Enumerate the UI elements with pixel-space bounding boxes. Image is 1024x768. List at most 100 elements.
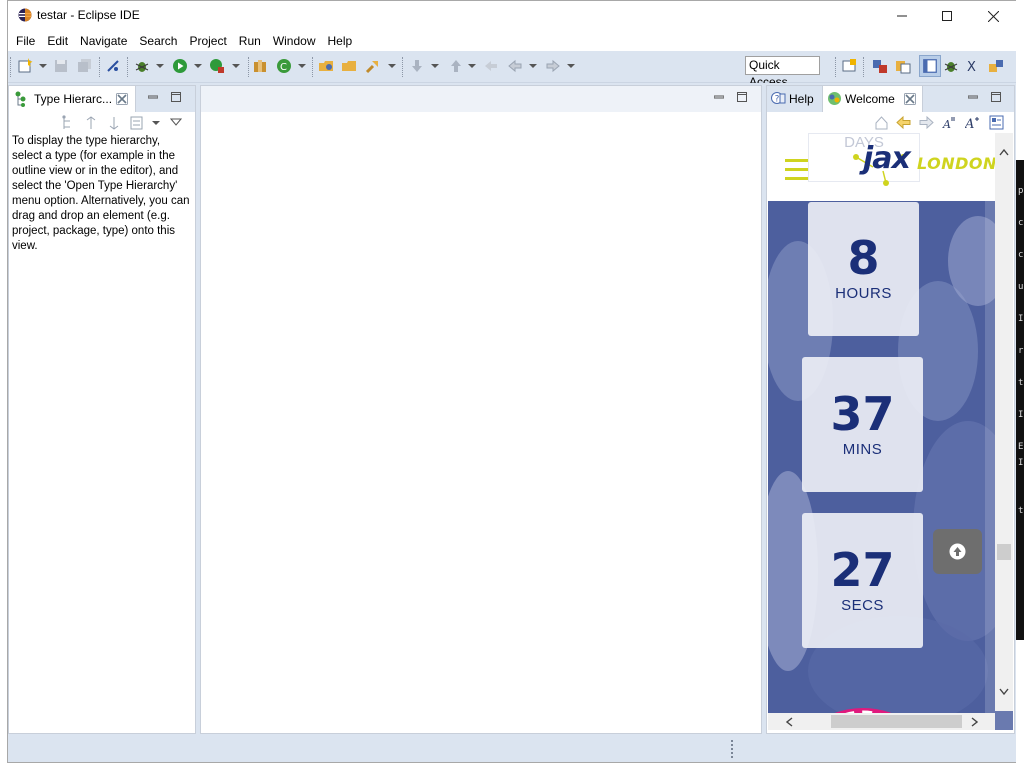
jax-london-logo[interactable]: jax LONDON <box>853 141 1013 187</box>
scroll-right-arrow-icon[interactable] <box>971 717 978 727</box>
git-perspective-icon[interactable] <box>988 58 1004 74</box>
scroll-down-arrow-icon[interactable] <box>999 688 1009 695</box>
svg-text:X: X <box>967 60 976 74</box>
tab-type-hierarchy[interactable]: Type Hierarc... <box>9 86 136 112</box>
search-icon[interactable] <box>365 58 381 74</box>
forward-icon[interactable] <box>545 58 561 74</box>
external-tools-dropdown-icon[interactable] <box>232 64 240 68</box>
menu-edit[interactable]: Edit <box>41 31 74 51</box>
background-terminal-char: t <box>1018 378 1024 388</box>
debug-perspective-icon[interactable] <box>943 58 959 74</box>
horizontal-scrollbar[interactable] <box>768 713 995 730</box>
next-annotation-dropdown-icon[interactable] <box>431 64 439 68</box>
countdown-hours-value: 8 <box>847 231 880 285</box>
menu-help[interactable]: Help <box>322 31 359 51</box>
show-in-table-of-contents-icon[interactable] <box>989 115 1004 130</box>
scroll-up-arrow-icon[interactable] <box>999 149 1009 156</box>
search-dropdown-icon[interactable] <box>388 64 396 68</box>
open-type-icon[interactable] <box>318 58 334 74</box>
forward-dropdown-icon[interactable] <box>567 64 575 68</box>
layout-dropdown-icon[interactable] <box>152 121 160 125</box>
new-class-dropdown-icon[interactable] <box>298 64 306 68</box>
home-icon[interactable] <box>874 115 889 130</box>
java-ee-perspective-icon[interactable] <box>872 58 888 74</box>
save-all-icon[interactable] <box>77 58 93 74</box>
background-terminal-char: I <box>1018 314 1024 324</box>
java-perspective-icon[interactable] <box>919 55 941 77</box>
scroll-to-top-button[interactable] <box>933 529 982 574</box>
new-java-package-icon[interactable] <box>252 58 268 74</box>
scroll-left-arrow-icon[interactable] <box>786 717 793 727</box>
skip-breakpoints-icon[interactable] <box>105 58 121 74</box>
maximize-view-icon[interactable] <box>171 92 181 102</box>
open-perspective-icon[interactable] <box>841 58 857 74</box>
menu-navigate[interactable]: Navigate <box>74 31 133 51</box>
svg-text:A: A <box>965 117 974 130</box>
minimize-icon <box>897 15 907 17</box>
minimize-right-view-icon[interactable] <box>968 92 978 102</box>
show-subtype-hierarchy-icon[interactable] <box>106 115 122 131</box>
close-tab-icon[interactable] <box>116 93 128 105</box>
editor-area <box>200 85 762 734</box>
countdown-mins-value: 37 <box>830 387 895 441</box>
vertical-scrollbar[interactable] <box>995 133 1013 711</box>
debug-icon[interactable] <box>134 58 150 74</box>
countdown-mins-card: 37 MINS <box>802 357 923 492</box>
status-bar-grip[interactable] <box>731 740 735 758</box>
back-icon[interactable] <box>507 58 523 74</box>
quick-access-field[interactable]: Quick Access <box>745 56 820 89</box>
tab-welcome[interactable]: Welcome <box>822 86 923 112</box>
tab-welcome-label: Welcome <box>845 92 895 106</box>
tab-help[interactable]: ? Help <box>767 86 821 112</box>
type-hierarchy-tabbar: Type Hierarc... <box>9 86 195 112</box>
new-java-class-icon[interactable]: C <box>276 58 292 74</box>
xml-perspective-icon[interactable]: X <box>965 58 981 74</box>
background-terminal-char: r <box>1018 346 1024 356</box>
previous-annotation-icon[interactable] <box>448 58 464 74</box>
welcome-web-content[interactable]: DAYS jax LONDON 8 HOURS 37 MINS 27 SECS <box>768 133 1013 730</box>
menu-window[interactable]: Window <box>267 31 322 51</box>
save-icon[interactable] <box>53 58 69 74</box>
new-icon[interactable] <box>17 58 33 74</box>
welcome-forward-icon[interactable] <box>919 115 934 130</box>
close-window-button[interactable] <box>970 1 1016 31</box>
menu-file[interactable]: File <box>10 31 41 51</box>
back-dropdown-icon[interactable] <box>529 64 537 68</box>
minimize-view-icon[interactable] <box>148 92 158 102</box>
layout-icon[interactable] <box>129 115 145 131</box>
horizontal-scroll-thumb[interactable] <box>831 715 962 728</box>
show-supertype-hierarchy-icon[interactable] <box>83 115 99 131</box>
decrease-font-icon[interactable]: A <box>942 115 957 130</box>
show-type-hierarchy-icon[interactable] <box>60 115 76 131</box>
maximize-editor-icon[interactable] <box>737 92 747 102</box>
background-terminal-char: t <box>1018 506 1024 516</box>
menu-search[interactable]: Search <box>133 31 183 51</box>
title-bar[interactable] <box>8 1 1016 31</box>
minimize-editor-icon[interactable] <box>714 92 724 102</box>
window-title: testar - Eclipse IDE <box>37 8 140 22</box>
increase-font-icon[interactable]: A <box>965 115 980 130</box>
open-folder-icon[interactable] <box>341 58 357 74</box>
resource-perspective-icon[interactable] <box>895 58 911 74</box>
minimize-button[interactable] <box>879 1 925 31</box>
background-terminal-char: p <box>1018 186 1024 196</box>
countdown-hours-card: 8 HOURS <box>808 202 919 336</box>
vertical-scroll-thumb[interactable] <box>997 544 1011 560</box>
logo-jax-text: jax <box>863 141 911 176</box>
maximize-right-view-icon[interactable] <box>991 92 1001 102</box>
menu-project[interactable]: Project <box>183 31 232 51</box>
run-dropdown-icon[interactable] <box>194 64 202 68</box>
external-tools-icon[interactable] <box>209 58 225 74</box>
run-icon[interactable] <box>172 58 188 74</box>
debug-dropdown-icon[interactable] <box>156 64 164 68</box>
last-edit-location-icon[interactable] <box>483 58 499 74</box>
view-menu-icon[interactable] <box>170 117 182 127</box>
menu-run[interactable]: Run <box>233 31 267 51</box>
close-welcome-tab-icon[interactable] <box>904 93 916 105</box>
welcome-back-icon[interactable] <box>896 115 911 130</box>
previous-annotation-dropdown-icon[interactable] <box>468 64 476 68</box>
maximize-button[interactable] <box>924 1 970 31</box>
next-annotation-icon[interactable] <box>409 58 425 74</box>
countdown-secs-value: 27 <box>830 543 895 597</box>
new-dropdown-icon[interactable] <box>39 64 47 68</box>
